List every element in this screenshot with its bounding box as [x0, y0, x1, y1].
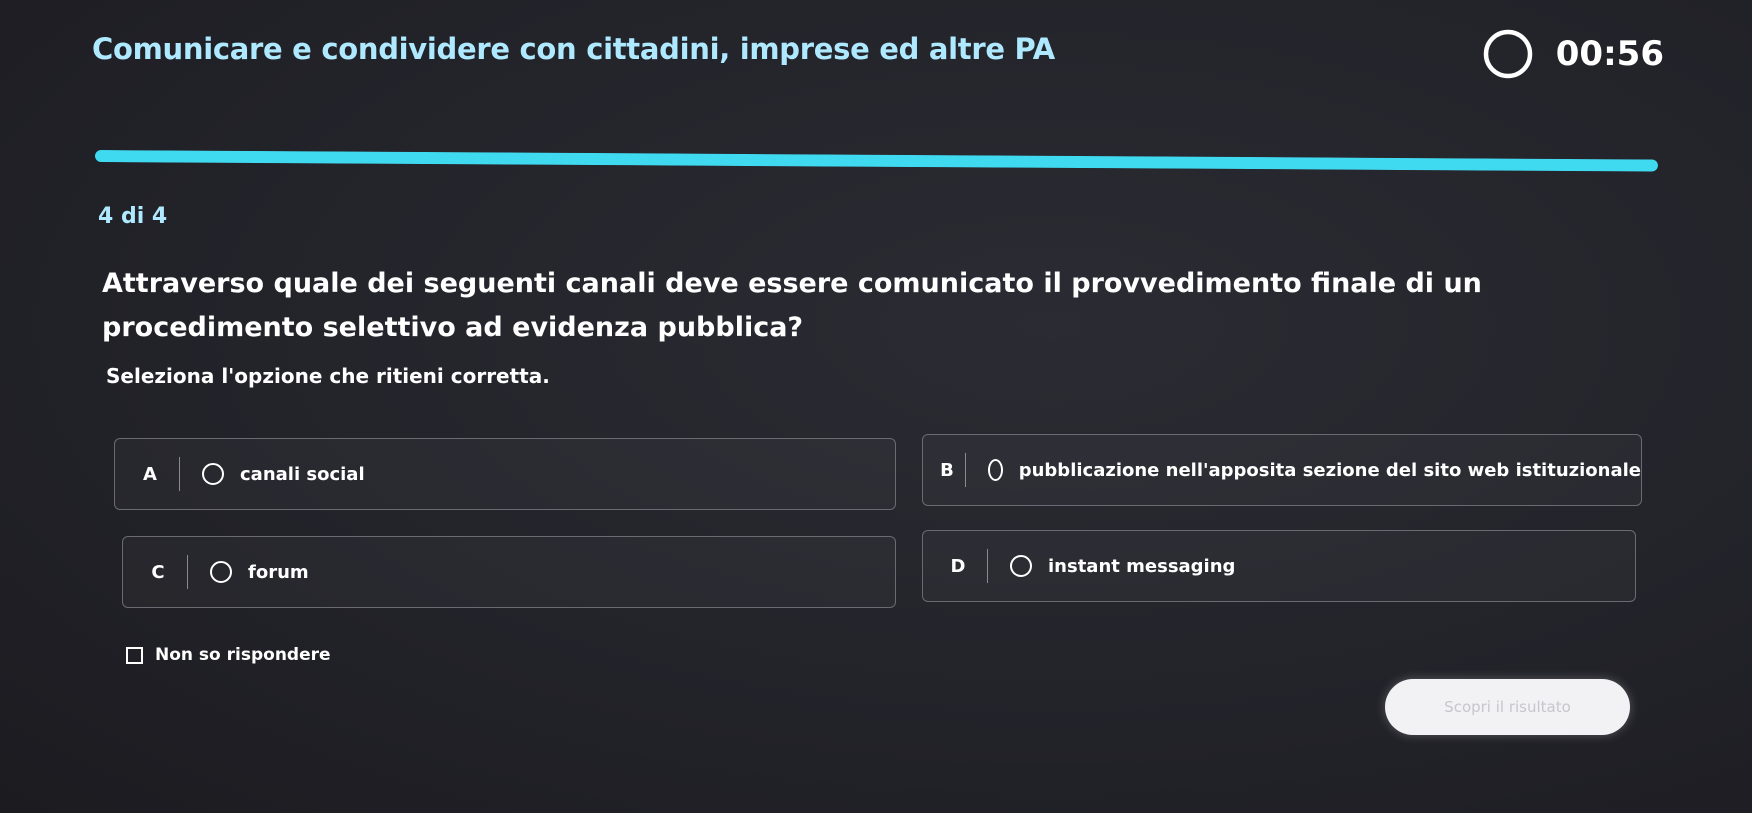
option-b[interactable]: B pubblicazione nell'apposita sezione de…: [922, 434, 1642, 506]
submit-button[interactable]: Scopri il risultato: [1385, 679, 1630, 735]
option-divider: [187, 555, 188, 589]
course-title: Comunicare e condividere con cittadini, …: [92, 32, 1055, 66]
radio-icon[interactable]: [210, 561, 232, 583]
progress-bar: [94, 150, 1659, 172]
option-letter: B: [940, 459, 954, 481]
option-d[interactable]: D instant messaging: [922, 530, 1636, 602]
option-c[interactable]: C forum: [122, 536, 896, 608]
option-label: instant messaging: [1048, 555, 1236, 577]
radio-icon[interactable]: [1010, 555, 1032, 577]
question-counter: 4 di 4: [98, 204, 168, 229]
option-letter: D: [950, 555, 966, 577]
timer: 00:56: [1482, 28, 1664, 80]
option-divider: [987, 549, 988, 583]
radio-icon[interactable]: [202, 463, 224, 485]
timer-ring-icon: [1483, 29, 1533, 79]
option-letter: C: [151, 561, 165, 583]
question-text: Attraverso quale dei seguenti canali dev…: [102, 268, 1482, 343]
option-label: canali social: [240, 463, 365, 485]
option-divider: [179, 457, 180, 491]
radio-icon[interactable]: [987, 459, 1003, 481]
dont-know-label: Non so rispondere: [155, 645, 331, 665]
instruction-text: Seleziona l'opzione che ritieni corretta…: [106, 364, 550, 388]
dont-know-checkbox[interactable]: Non so rispondere: [126, 645, 331, 665]
progress-bar-fill: [94, 150, 1659, 172]
option-a[interactable]: A canali social: [114, 438, 896, 510]
checkbox-icon[interactable]: [126, 646, 143, 664]
option-letter: A: [143, 463, 157, 485]
option-divider: [964, 453, 966, 487]
timer-value: 00:56: [1555, 34, 1664, 74]
option-label: forum: [248, 561, 309, 583]
option-label: pubblicazione nell'apposita sezione del …: [1018, 459, 1641, 481]
quiz-page: Comunicare e condividere con cittadini, …: [0, 0, 1752, 813]
